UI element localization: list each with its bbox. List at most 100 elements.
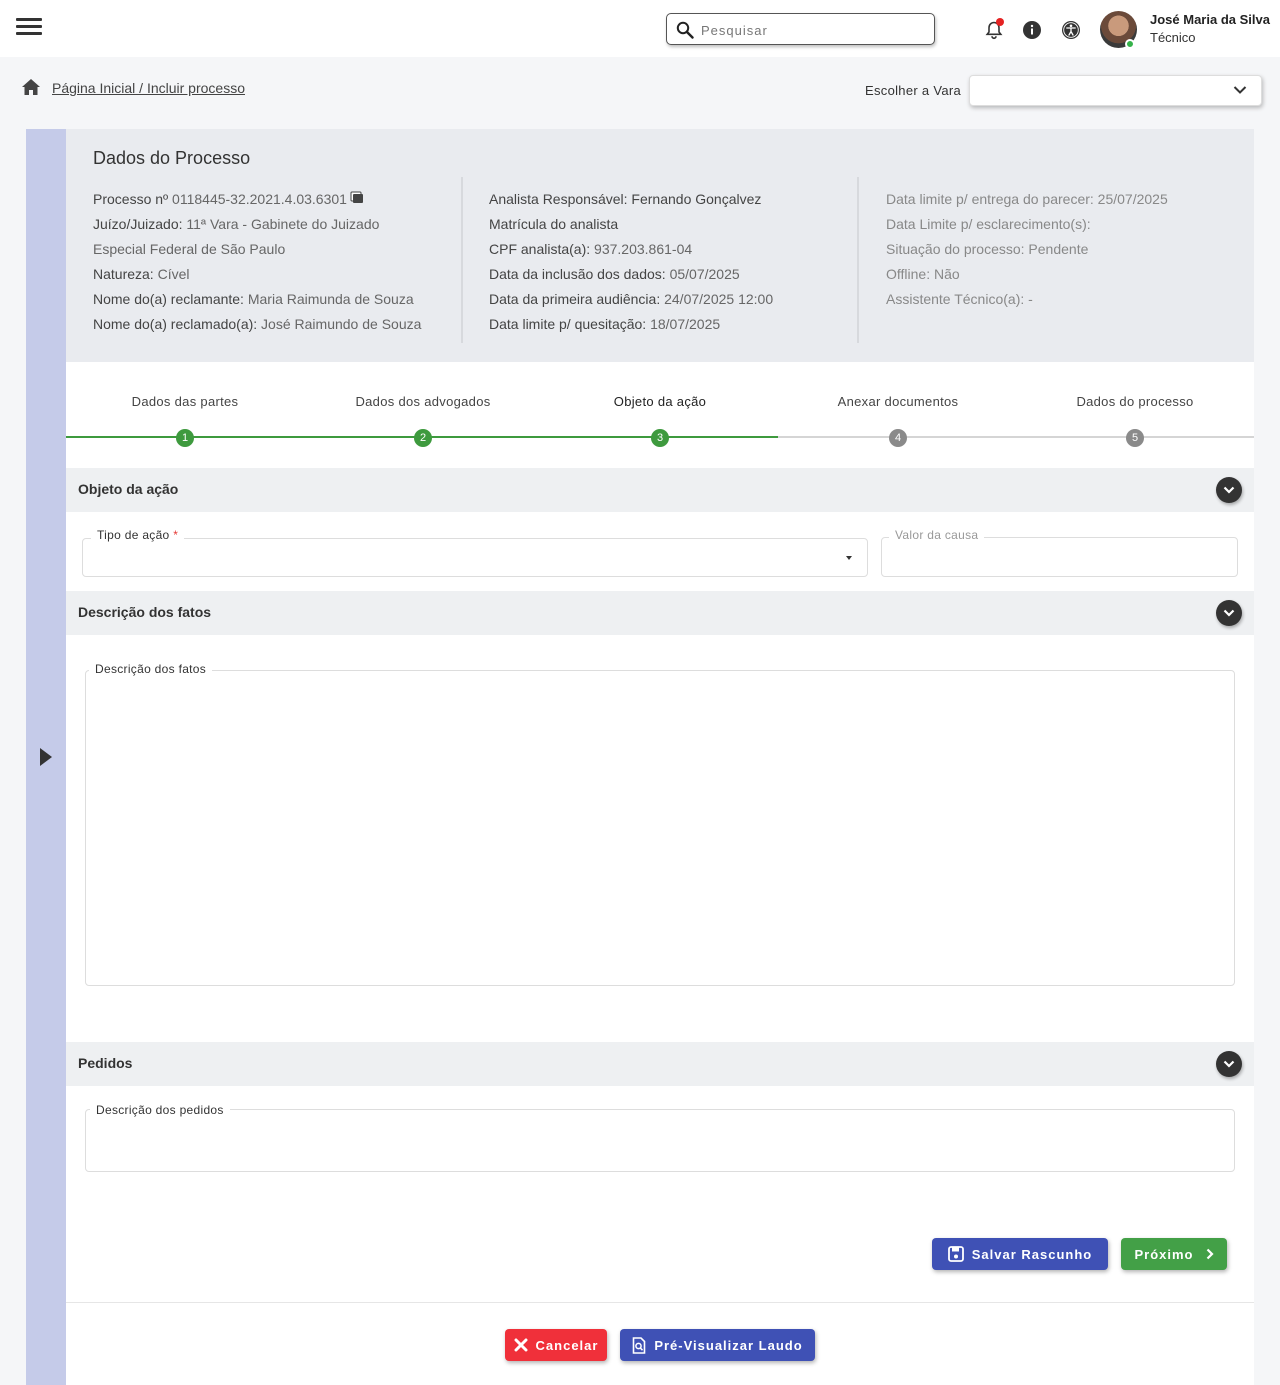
section-title: Objeto da ação: [78, 481, 179, 497]
floppy-icon: [947, 1246, 964, 1262]
section-title: Descrição dos fatos: [78, 604, 212, 620]
search-box[interactable]: [666, 13, 935, 45]
tipo-acao-label-text: Tipo de ação: [97, 528, 170, 542]
section-header-pedidos[interactable]: Pedidos: [66, 1042, 1254, 1086]
step-label-5[interactable]: Dados do processo: [1076, 394, 1193, 409]
descricao-fatos-textarea[interactable]: [85, 670, 1235, 986]
info-label: Juízo/Juizado:: [93, 216, 183, 232]
section-header-descricao[interactable]: Descrição dos fatos: [66, 591, 1254, 635]
descricao-pedidos-textarea[interactable]: [85, 1109, 1235, 1172]
info-label: Data Limite p/ esclarecimento(s):: [886, 216, 1091, 232]
hamburger-icon[interactable]: [16, 18, 42, 38]
info-label: Offline:: [886, 266, 931, 282]
info-row-situacao: Situação do processo: Pendente: [886, 237, 1246, 262]
step-label-4[interactable]: Anexar documentos: [838, 394, 959, 409]
cancel-button[interactable]: Cancelar: [505, 1329, 607, 1361]
breadcrumb[interactable]: Página Inicial / Incluir processo: [52, 80, 245, 96]
copy-icon[interactable]: [352, 194, 363, 203]
info-value: 937.203.861-04: [590, 241, 693, 257]
tipo-acao-select[interactable]: [82, 538, 868, 577]
chevron-right-icon: [1206, 1248, 1214, 1260]
section-title: Pedidos: [78, 1055, 133, 1071]
cancel-label: Cancelar: [535, 1337, 599, 1353]
info-value: 05/07/2025: [665, 266, 740, 282]
info-row-processo: Processo nº 0118445-32.2021.4.03.6301: [93, 187, 453, 212]
info-label: Nome do(a) reclamante:: [93, 291, 244, 307]
info-value: Não: [930, 266, 960, 282]
info-value: Maria Raimunda de Souza: [243, 291, 414, 307]
home-icon[interactable]: [21, 78, 41, 96]
info-row-natureza: Natureza: Cível: [93, 262, 453, 287]
step-dot-4[interactable]: 4: [889, 429, 907, 447]
info-label: Analista Responsável:: [489, 191, 628, 207]
step-dot-2[interactable]: 2: [414, 429, 432, 447]
step-label-3[interactable]: Objeto da ação: [614, 394, 706, 409]
process-info-column-1: Processo nº 0118445-32.2021.4.03.6301 Ju…: [93, 187, 453, 337]
info-row-quesitacao: Data limite p/ quesitação: 18/07/2025: [489, 312, 849, 337]
info-row-esclarecimento: Data Limite p/ esclarecimento(s):: [886, 212, 1246, 237]
info-label: Data limite p/ quesitação:: [489, 316, 647, 332]
column-divider: [461, 177, 463, 343]
save-draft-label: Salvar Rascunho: [971, 1246, 1093, 1262]
info-row-reclamado: Nome do(a) reclamado(a): José Raimundo d…: [93, 312, 453, 337]
info-row-audiencia: Data da primeira audiência: 24/07/2025 1…: [489, 287, 849, 312]
info-value: José Raimundo de Souza: [257, 316, 422, 332]
close-icon: [514, 1338, 528, 1352]
info-row-inclusao: Data da inclusão dos dados: 05/07/2025: [489, 262, 849, 287]
process-info-title: Dados do Processo: [93, 148, 251, 168]
vara-select[interactable]: [969, 75, 1262, 106]
next-button[interactable]: Próximo: [1121, 1238, 1227, 1270]
preview-report-button[interactable]: Pré-Visualizar Laudo: [620, 1329, 815, 1361]
user-role: Técnico: [1150, 30, 1196, 45]
tipo-acao-label: Tipo de ação *: [91, 528, 185, 542]
descricao-fatos-label: Descrição dos fatos: [89, 662, 213, 676]
info-row-matricula: Matrícula do analista: [489, 212, 849, 237]
notification-badge: [996, 18, 1004, 26]
top-bar: José Maria da Silva Técnico: [0, 0, 1280, 57]
info-value: 25/07/2025: [1093, 191, 1168, 207]
footer-divider: [66, 1302, 1254, 1303]
step-dot-5[interactable]: 5: [1126, 429, 1144, 447]
info-value: 24/07/2025 12:00: [660, 291, 774, 307]
step-dot-3[interactable]: 3: [651, 429, 669, 447]
info-value: Fernando Gonçalvez: [627, 191, 762, 207]
save-draft-button[interactable]: Salvar Rascunho: [932, 1238, 1108, 1270]
info-row-analista: Analista Responsável: Fernando Gonçalvez: [489, 187, 849, 212]
info-label: Situação do processo:: [886, 241, 1025, 257]
chevron-down-icon[interactable]: [1216, 600, 1242, 626]
chevron-down-icon[interactable]: [1216, 1051, 1242, 1077]
info-value: 0118445-32.2021.4.03.6301: [168, 191, 347, 207]
process-info-column-2: Analista Responsável: Fernando Gonçalvez…: [489, 187, 849, 337]
info-label: Nome do(a) reclamado(a):: [93, 316, 258, 332]
info-value: Pendente: [1024, 241, 1089, 257]
info-value: -: [1024, 291, 1033, 307]
expand-rail-icon[interactable]: [40, 748, 52, 766]
info-label: CPF analista(a):: [489, 241, 591, 257]
info-row-juizo: Juízo/Juizado: 11ª Vara - Gabinete do Ju…: [93, 212, 453, 237]
info-label: Data da inclusão dos dados:: [489, 266, 666, 282]
step-dot-1[interactable]: 1: [176, 429, 194, 447]
online-status-indicator: [1125, 39, 1135, 49]
info-label: Processo nº: [93, 191, 169, 207]
search-icon: [676, 21, 694, 39]
info-row-juizo-cont: Especial Federal de São Paulo: [93, 237, 453, 262]
step-label-2[interactable]: Dados dos advogados: [355, 394, 490, 409]
search-input[interactable]: [701, 19, 926, 41]
stepper-remaining-line: [778, 436, 1254, 438]
vara-label: Escolher a Vara: [865, 83, 962, 98]
process-info-column-3: Data limite p/ entrega do parecer: 25/07…: [886, 187, 1246, 312]
info-row-offline: Offline: Não: [886, 262, 1246, 287]
info-icon[interactable]: [1022, 20, 1042, 40]
section-header-objeto[interactable]: Objeto da ação: [66, 468, 1254, 512]
info-label: Assistente Técnico(a):: [886, 291, 1025, 307]
preview-report-label: Pré-Visualizar Laudo: [654, 1337, 803, 1353]
valor-causa-input[interactable]: [881, 537, 1238, 577]
info-row-reclamante: Nome do(a) reclamante: Maria Raimunda de…: [93, 287, 453, 312]
accessibility-icon[interactable]: [1061, 20, 1081, 40]
info-label: Natureza:: [93, 266, 154, 282]
process-info-panel: Dados do Processo Processo nº 0118445-32…: [66, 129, 1254, 362]
info-label: Data da primeira audiência:: [489, 291, 661, 307]
next-label: Próximo: [1134, 1246, 1194, 1262]
chevron-down-icon[interactable]: [1216, 477, 1242, 503]
step-label-1[interactable]: Dados das partes: [132, 394, 239, 409]
